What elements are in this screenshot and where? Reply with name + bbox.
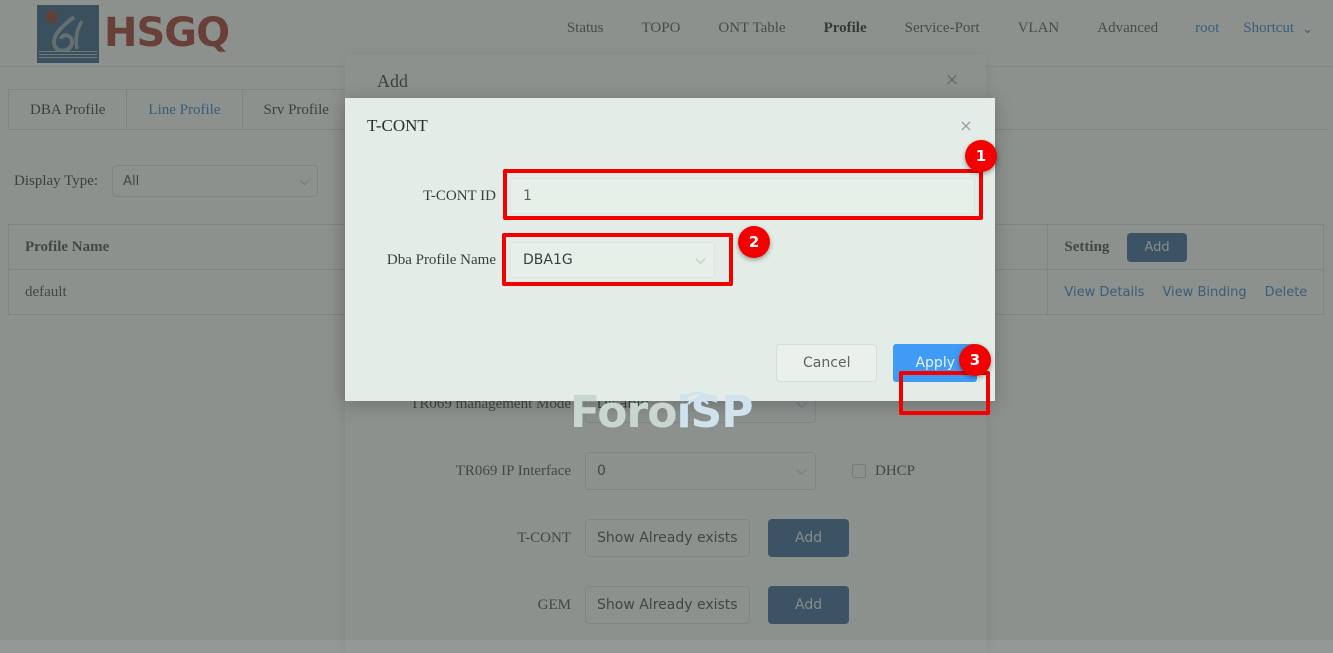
dba-profile-value: DBA1G — [523, 252, 573, 268]
close-icon[interactable]: × — [957, 117, 975, 135]
step-marker-2: 2 — [738, 226, 770, 258]
dba-profile-label: Dba Profile Name — [386, 251, 496, 268]
step-marker-3: 3 — [959, 344, 991, 376]
tcont-modal-title: T-CONT — [367, 116, 428, 135]
cancel-button[interactable]: Cancel — [776, 344, 878, 382]
chevron-down-icon — [695, 254, 706, 264]
step-marker-1: 1 — [965, 140, 997, 172]
tcont-id-row: T-CONT ID 1 — [345, 178, 975, 214]
tcont-modal-buttons: Cancel Apply — [776, 344, 977, 382]
tcont-id-label: T-CONT ID — [423, 187, 496, 204]
tcont-modal: T-CONT × ForoiSP T-CONT ID 1 Dba Profile… — [345, 98, 997, 438]
tcont-id-value: 1 — [523, 188, 532, 204]
dba-profile-select[interactable]: DBA1G — [510, 242, 715, 278]
screen-root: HSGQ Status TOPO ONT Table Profile Servi… — [0, 0, 1333, 653]
overlay-bottom-strip — [0, 640, 1333, 653]
dba-profile-row: Dba Profile Name DBA1G — [345, 242, 715, 278]
tcont-id-input[interactable]: 1 — [510, 178, 975, 214]
